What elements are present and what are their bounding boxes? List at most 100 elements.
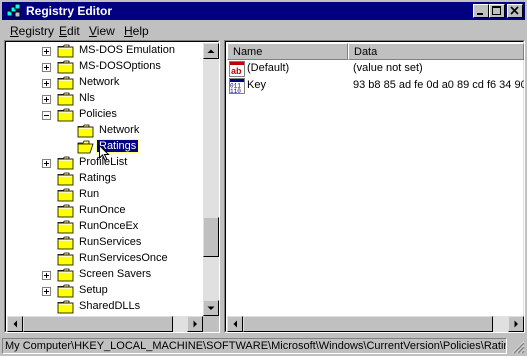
- menu-label-rest: iew: [96, 24, 115, 38]
- menu-accel: V: [89, 24, 97, 38]
- status-bar: My Computer\HKEY_LOCAL_MACHINE\SOFTWARE\…: [2, 336, 525, 354]
- tree-scroll-right-button[interactable]: [187, 316, 203, 332]
- maximize-button[interactable]: [489, 4, 505, 18]
- values-pane[interactable]: Name Data ab (Default) (value not set) 0…: [224, 40, 525, 333]
- svg-text:ab: ab: [231, 66, 242, 76]
- tree-item[interactable]: Ratings: [5, 171, 201, 187]
- mouse-pointer-icon: [99, 144, 110, 165]
- menu-bar: Registry Edit View Help: [2, 21, 525, 39]
- registry-editor-icon: [6, 3, 21, 18]
- tree-item-label: RunOnce: [79, 204, 126, 216]
- tree-item[interactable]: Network: [5, 123, 201, 139]
- minimize-icon: [477, 13, 483, 15]
- folder-icon: [57, 252, 75, 266]
- tree-item-label: Setup: [79, 284, 108, 296]
- folder-icon: [57, 60, 75, 74]
- tree-item[interactable]: RunServicesOnce: [5, 251, 201, 267]
- folder-icon: [57, 92, 75, 106]
- expand-icon[interactable]: [42, 79, 51, 88]
- value-data: (value not set): [353, 62, 423, 74]
- expand-icon[interactable]: [42, 287, 51, 296]
- registry-editor-window: Registry Editor Registry Edit View Help …: [0, 0, 527, 356]
- column-header-name[interactable]: Name: [227, 43, 348, 60]
- collapse-icon[interactable]: [42, 111, 51, 120]
- svg-text:110: 110: [230, 88, 241, 94]
- menu-label-rest: elp: [132, 24, 149, 38]
- tree-item-label: MS-DOS Emulation: [79, 44, 175, 56]
- maximize-icon: [492, 6, 501, 15]
- folder-icon: [57, 172, 75, 186]
- column-header-data[interactable]: Data: [348, 43, 524, 60]
- value-name: Key: [247, 79, 266, 91]
- expand-icon[interactable]: [42, 47, 51, 56]
- status-path: My Computer\HKEY_LOCAL_MACHINE\SOFTWARE\…: [2, 338, 507, 354]
- tree-item-label: Policies: [79, 108, 117, 120]
- tree-item-label: Ratings: [79, 172, 117, 184]
- folder-icon: [57, 76, 75, 90]
- folder-icon: [57, 188, 75, 202]
- window-title: Registry Editor: [26, 4, 113, 18]
- tree-scroll-up-button[interactable]: [203, 43, 219, 59]
- menu-accel: E: [59, 24, 68, 38]
- expand-icon[interactable]: [42, 95, 51, 104]
- folder-icon: [57, 236, 75, 250]
- tree-hscroll-thumb[interactable]: [23, 316, 173, 332]
- tree-item[interactable]: MS-DOS Emulation: [5, 43, 201, 59]
- resize-grip-icon[interactable]: [511, 340, 525, 354]
- tree-item-label: RunServices: [79, 236, 142, 248]
- menu-registry[interactable]: Registry: [10, 24, 54, 38]
- values-scroll-left-button[interactable]: [227, 316, 243, 332]
- expand-icon[interactable]: [42, 159, 51, 168]
- tree-item[interactable]: Network: [5, 75, 201, 91]
- tree-item[interactable]: RunServices: [5, 235, 201, 251]
- menu-edit[interactable]: Edit: [59, 24, 80, 38]
- arrow-left-icon: [233, 320, 237, 328]
- arrow-right-icon: [514, 320, 518, 328]
- value-data: 93 b8 85 ad fe 0d a0 89 cd f6 34 90: [353, 79, 525, 91]
- folder-icon: [57, 220, 75, 234]
- binary-value-icon: 011 110: [229, 78, 245, 94]
- folder-icon: [77, 124, 95, 138]
- tree-vscroll-track[interactable]: [203, 43, 219, 316]
- tree-item-label: SharedDLLs: [79, 300, 141, 312]
- tree-item[interactable]: Screen Savers: [5, 267, 201, 283]
- folder-icon: [57, 300, 75, 314]
- minimize-button[interactable]: [473, 4, 489, 18]
- tree-vscroll-thumb[interactable]: [203, 217, 219, 257]
- scroll-corner: [203, 316, 219, 332]
- values-scroll-right-button[interactable]: [508, 316, 524, 332]
- menu-help[interactable]: Help: [124, 24, 149, 38]
- folder-icon: [57, 156, 75, 170]
- tree-item[interactable]: MS-DOSOptions: [5, 59, 201, 75]
- key-tree-pane[interactable]: MS-DOS Emulation MS-DOSOptions Network Nls P…: [4, 40, 220, 333]
- title-bar[interactable]: Registry Editor: [2, 2, 525, 20]
- tree-item-label: Nls: [79, 92, 95, 104]
- tree-item-label: MS-DOSOptions: [79, 60, 161, 72]
- tree-item[interactable]: Setup: [5, 283, 201, 299]
- tree-item[interactable]: SharedDLLs: [5, 299, 201, 315]
- tree-item[interactable]: Policies: [5, 107, 201, 123]
- tree-scroll-down-button[interactable]: [203, 300, 219, 316]
- string-value-icon: ab: [229, 61, 245, 77]
- tree-item-label: RunServicesOnce: [79, 252, 168, 264]
- folder-icon: [57, 268, 75, 282]
- arrow-up-icon: [207, 49, 215, 53]
- menu-accel: H: [124, 24, 133, 38]
- expand-icon[interactable]: [42, 271, 51, 280]
- menu-view[interactable]: View: [89, 24, 115, 38]
- tree-item[interactable]: RunOnce: [5, 203, 201, 219]
- folder-icon: [57, 44, 75, 58]
- expand-icon[interactable]: [42, 63, 51, 72]
- arrow-left-icon: [13, 320, 17, 328]
- arrow-down-icon: [207, 306, 215, 310]
- values-hscroll-thumb[interactable]: [243, 316, 493, 332]
- tree-item[interactable]: Run: [5, 187, 201, 203]
- tree-scroll-left-button[interactable]: [7, 316, 23, 332]
- menu-label-rest: dit: [67, 24, 80, 38]
- close-button[interactable]: [507, 4, 523, 18]
- folder-open-icon: [77, 140, 95, 154]
- arrow-right-icon: [193, 320, 197, 328]
- close-icon: [510, 6, 519, 15]
- tree-item[interactable]: Nls: [5, 91, 201, 107]
- tree-item[interactable]: RunOnceEx: [5, 219, 201, 235]
